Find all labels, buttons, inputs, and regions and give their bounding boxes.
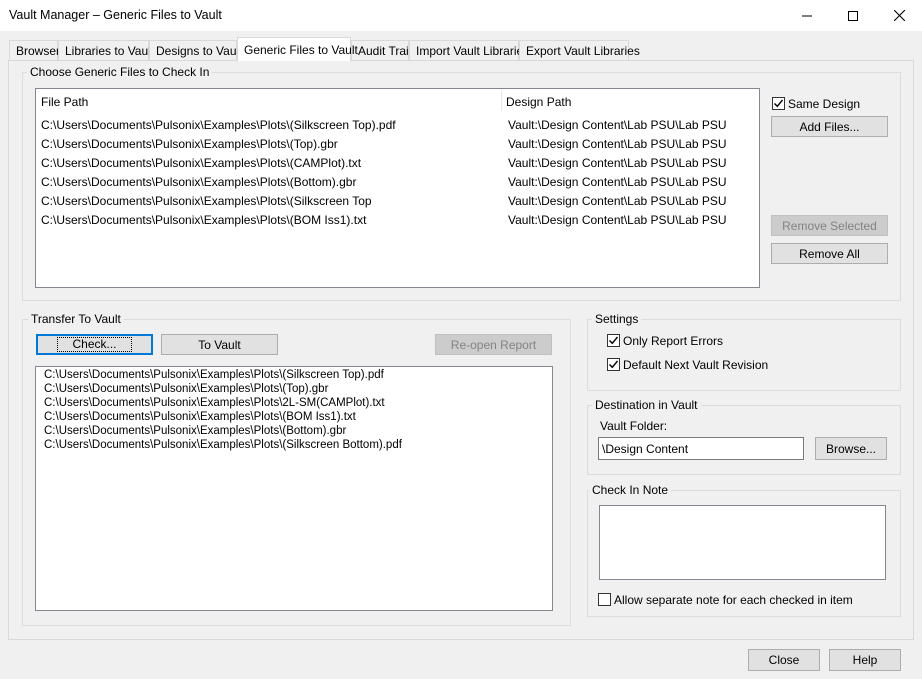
vault-folder-field[interactable]: \Design Content (598, 437, 804, 460)
list-item[interactable]: C:\Users\Documents\Pulsonix\Examples\Plo… (44, 369, 384, 381)
list-item[interactable]: C:\Users\Documents\Pulsonix\Examples\Plo… (44, 383, 328, 395)
only-report-errors-checkbox[interactable] (607, 334, 620, 347)
file-path-cell: C:\Users\Documents\Pulsonix\Examples\Plo… (41, 156, 362, 170)
list-item[interactable]: C:\Users\Documents\Pulsonix\Examples\Plo… (44, 425, 346, 437)
tab-label: Import Vault Libraries (416, 43, 530, 58)
default-next-revision-label: Default Next Vault Revision (623, 358, 769, 372)
file-path-cell: C:\Users\Documents\Pulsonix\Examples\Plo… (41, 213, 367, 227)
column-divider[interactable] (501, 91, 502, 111)
table-row[interactable]: C:\Users\Documents\Pulsonix\Examples\Plo… (36, 211, 759, 230)
checkmark-icon (774, 99, 784, 108)
tab-label: Generic Files to Vault (244, 42, 358, 57)
minimize-button[interactable] (784, 0, 830, 31)
minimize-icon (802, 15, 812, 16)
close-window-button[interactable] (876, 0, 922, 31)
only-report-errors-label: Only Report Errors (623, 334, 724, 348)
tab-label: Designs to Vault (156, 43, 243, 58)
tab-audit-trail[interactable]: Audit Trail (351, 40, 412, 60)
file-path-cell: C:\Users\Documents\Pulsonix\Examples\Plo… (41, 118, 396, 132)
column-header-file-path[interactable]: File Path (41, 95, 88, 109)
transfer-group-label: Transfer To Vault (28, 312, 124, 326)
table-row[interactable]: C:\Users\Documents\Pulsonix\Examples\Plo… (36, 135, 759, 154)
close-button[interactable]: Close (748, 649, 820, 671)
file-list-header: File Path Design Path (36, 89, 759, 113)
choose-files-group-label: Choose Generic Files to Check In (27, 65, 213, 79)
allow-separate-note-checkbox[interactable] (598, 593, 611, 606)
reopen-report-button[interactable]: Re-open Report (435, 334, 552, 355)
tab-label: Libraries to Vault (65, 43, 155, 58)
table-row[interactable]: C:\Users\Documents\Pulsonix\Examples\Plo… (36, 116, 759, 135)
design-path-cell: Vault:\Design Content\Lab PSU\Lab PSU (508, 118, 727, 132)
remove-all-button[interactable]: Remove All (771, 243, 888, 264)
tab-browser[interactable]: Browser (9, 40, 61, 60)
file-path-cell: C:\Users\Documents\Pulsonix\Examples\Plo… (41, 194, 372, 208)
table-row[interactable]: C:\Users\Documents\Pulsonix\Examples\Plo… (36, 154, 759, 173)
help-button[interactable]: Help (829, 649, 901, 671)
check-button-label: Check... (57, 337, 132, 352)
checkmark-icon (609, 360, 619, 369)
list-item[interactable]: C:\Users\Documents\Pulsonix\Examples\Plo… (44, 411, 356, 423)
check-button[interactable]: Check... (36, 334, 153, 355)
maximize-icon (848, 10, 858, 21)
tab-import-vault-libraries[interactable]: Import Vault Libraries (409, 40, 529, 60)
tab-label: Browser (16, 43, 61, 58)
tab-label: Audit Trail (358, 43, 412, 58)
table-row[interactable]: C:\Users\Documents\Pulsonix\Examples\Plo… (36, 192, 759, 211)
to-vault-button[interactable]: To Vault (161, 334, 278, 355)
file-path-cell: C:\Users\Documents\Pulsonix\Examples\Plo… (41, 137, 338, 151)
design-path-cell: Vault:\Design Content\Lab PSU\Lab PSU (508, 137, 727, 151)
remove-selected-button[interactable]: Remove Selected (771, 215, 888, 236)
maximize-button[interactable] (830, 0, 876, 31)
destination-group-label: Destination in Vault (592, 398, 701, 412)
vault-folder-label: Vault Folder: (600, 419, 668, 433)
tab-label: Export Vault Libraries (526, 43, 640, 58)
tab-designs-to-vault[interactable]: Designs to Vault (149, 40, 243, 60)
list-item[interactable]: C:\Users\Documents\Pulsonix\Examples\Plo… (44, 397, 385, 409)
add-files-button[interactable]: Add Files... (771, 116, 888, 137)
table-row[interactable]: C:\Users\Documents\Pulsonix\Examples\Plo… (36, 173, 759, 192)
browse-button[interactable]: Browse... (815, 437, 887, 460)
checkin-note-group-label: Check In Note (589, 483, 672, 497)
default-next-revision-checkbox[interactable] (607, 358, 620, 371)
design-path-cell: Vault:\Design Content\Lab PSU\Lab PSU (508, 213, 727, 227)
same-design-label: Same Design (788, 97, 861, 111)
vault-folder-value: \Design Content (602, 441, 689, 456)
design-path-cell: Vault:\Design Content\Lab PSU\Lab PSU (508, 175, 727, 189)
tab-export-vault-libraries[interactable]: Export Vault Libraries (519, 40, 640, 60)
settings-group (587, 319, 901, 391)
file-path-cell: C:\Users\Documents\Pulsonix\Examples\Plo… (41, 175, 357, 189)
design-path-cell: Vault:\Design Content\Lab PSU\Lab PSU (508, 194, 727, 208)
file-list[interactable]: File Path Design Path C:\Users\Documents… (35, 88, 760, 288)
list-item[interactable]: C:\Users\Documents\Pulsonix\Examples\Plo… (44, 439, 402, 451)
tab-libraries-to-vault[interactable]: Libraries to Vault (58, 40, 154, 60)
tab-generic-files-to-vault[interactable]: Generic Files to Vault (237, 37, 358, 61)
design-path-cell: Vault:\Design Content\Lab PSU\Lab PSU (508, 156, 727, 170)
transfer-list[interactable]: C:\Users\Documents\Pulsonix\Examples\Plo… (35, 366, 553, 611)
checkmark-icon (609, 336, 619, 345)
column-header-design-path[interactable]: Design Path (506, 95, 571, 109)
title-bar: Vault Manager – Generic Files to Vault (0, 0, 922, 31)
same-design-checkbox[interactable] (772, 97, 785, 110)
settings-group-label: Settings (592, 312, 642, 326)
checkin-note-textarea[interactable] (599, 505, 886, 580)
allow-separate-note-label: Allow separate note for each checked in … (614, 593, 853, 607)
close-icon (893, 10, 905, 21)
window-title: Vault Manager – Generic Files to Vault (9, 8, 222, 22)
